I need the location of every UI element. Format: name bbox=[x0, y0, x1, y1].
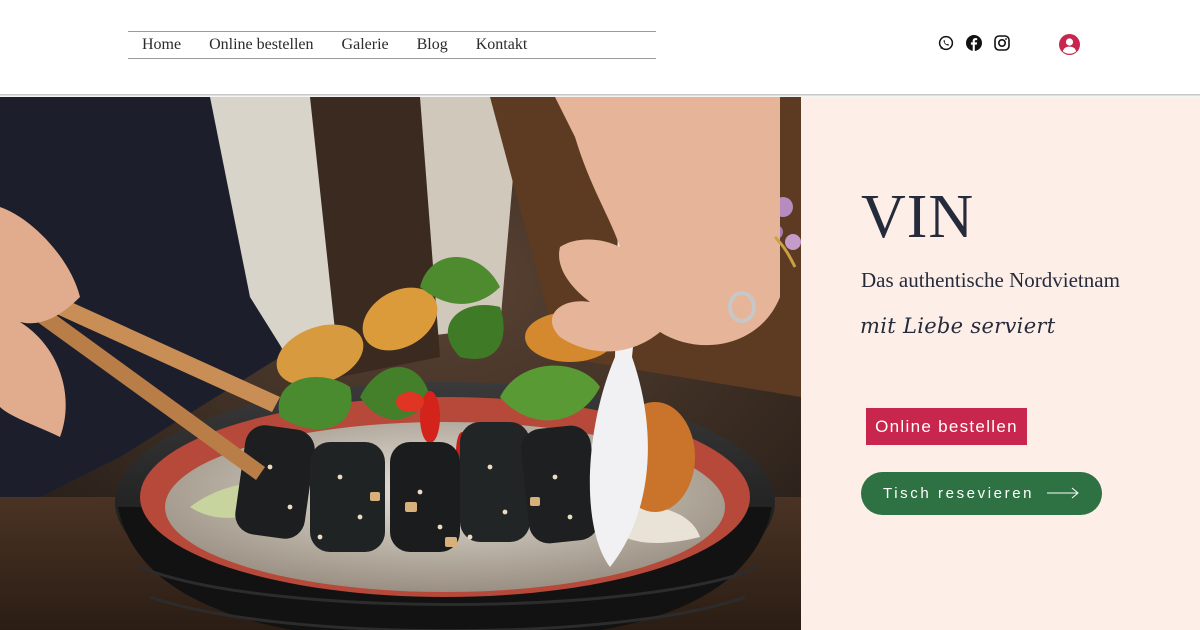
nav-item-kontakt[interactable]: Kontakt bbox=[462, 36, 542, 54]
social-bar bbox=[938, 35, 1010, 51]
reserve-table-button[interactable]: Tisch resevieren bbox=[861, 472, 1102, 515]
site-header: Home Online bestellen Galerie Blog Konta… bbox=[0, 0, 1200, 95]
arrow-right-icon bbox=[1047, 487, 1079, 499]
main-nav: Home Online bestellen Galerie Blog Konta… bbox=[128, 31, 656, 59]
nav-item-blog[interactable]: Blog bbox=[403, 36, 462, 54]
reserve-table-label: Tisch resevieren bbox=[883, 485, 1035, 502]
hero-subtitle: Das authentische Nordvietnam bbox=[861, 268, 1120, 292]
hero-food-image bbox=[0, 97, 801, 630]
hero-panel bbox=[801, 97, 1200, 630]
hero-tagline: mit Liebe serviert bbox=[860, 314, 1056, 338]
food-photo-illustration bbox=[0, 97, 801, 630]
hero-title: VIN bbox=[861, 183, 975, 251]
whatsapp-icon[interactable] bbox=[938, 35, 954, 51]
order-online-label: Online bestellen bbox=[875, 416, 1018, 436]
order-online-button[interactable]: Online bestellen bbox=[866, 408, 1027, 445]
nav-item-home[interactable]: Home bbox=[128, 36, 195, 54]
instagram-icon[interactable] bbox=[994, 35, 1010, 51]
nav-item-online-bestellen[interactable]: Online bestellen bbox=[195, 36, 327, 54]
facebook-icon[interactable] bbox=[966, 35, 982, 51]
user-avatar-icon[interactable] bbox=[1059, 34, 1080, 55]
nav-item-galerie[interactable]: Galerie bbox=[328, 36, 403, 54]
